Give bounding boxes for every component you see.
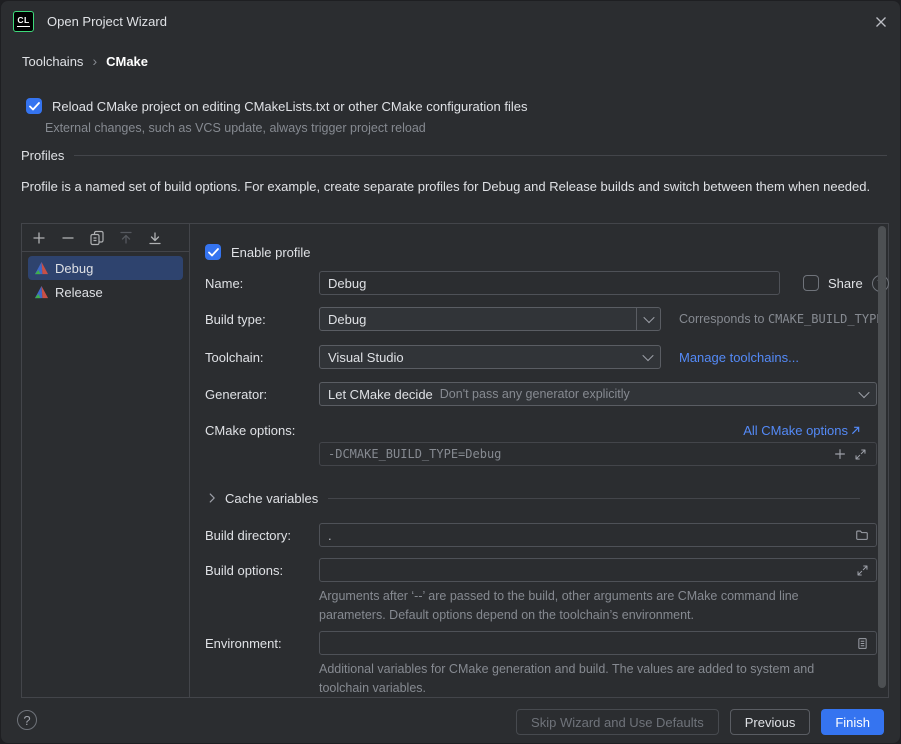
profile-item-label: Debug <box>55 261 93 276</box>
build-directory-row: Build directory: . <box>205 523 888 547</box>
cmake-icon <box>34 261 49 276</box>
cmake-options-label: CMake options: <box>205 423 295 438</box>
build-type-row: Build type: Debug Corresponds to CMAKE_B… <box>205 307 888 331</box>
breadcrumb-toolchains[interactable]: Toolchains <box>22 54 83 69</box>
expand-icon[interactable] <box>850 444 870 464</box>
build-options-row: Build options: <box>205 558 888 582</box>
cache-variables-label: Cache variables <box>225 491 318 506</box>
all-cmake-options-link[interactable]: All CMake options <box>743 423 860 438</box>
share-group: Share ? <box>803 275 889 292</box>
finish-button[interactable]: Finish <box>821 709 884 735</box>
build-directory-input[interactable]: . <box>319 523 877 547</box>
build-type-value: Debug <box>328 312 636 327</box>
profile-form: Enable profile Name: Share ? Build type:… <box>190 224 888 697</box>
panel-scrollbar[interactable] <box>878 226 886 688</box>
profiles-list: Debug Release <box>22 252 189 304</box>
profiles-toolbar <box>22 224 189 252</box>
chevron-down-icon <box>852 383 876 405</box>
build-directory-label: Build directory: <box>205 523 304 547</box>
chevron-down-icon <box>636 308 660 330</box>
chevron-right-icon <box>205 491 219 505</box>
variables-list-icon[interactable] <box>852 633 872 653</box>
profiles-group-title: Profiles <box>21 148 64 163</box>
breadcrumb-separator: › <box>92 53 97 69</box>
clion-logo-text: CL <box>17 16 29 27</box>
reload-cmake-label: Reload CMake project on editing CMakeLis… <box>52 99 527 114</box>
share-checkbox[interactable] <box>803 275 819 291</box>
build-type-select[interactable]: Debug <box>319 307 661 331</box>
generator-value-hint: Don't pass any generator explicitly <box>440 387 852 401</box>
enable-profile-row: Enable profile <box>205 240 311 264</box>
cmake-options-value: -DCMAKE_BUILD_TYPE=Debug <box>328 447 830 461</box>
profile-item-label: Release <box>55 285 103 300</box>
generator-select[interactable]: Let CMake decide Don't pass any generato… <box>319 382 877 406</box>
build-options-hint: Arguments after ‘--’ are passed to the b… <box>319 587 824 625</box>
reload-cmake-checkbox[interactable] <box>26 98 42 114</box>
build-options-input[interactable] <box>319 558 877 582</box>
profile-item-release[interactable]: Release <box>28 280 183 304</box>
clion-logo-icon: CL <box>13 11 34 32</box>
move-down-icon[interactable] <box>146 229 164 247</box>
manage-toolchains-link[interactable]: Manage toolchains... <box>679 350 799 365</box>
build-type-hint: Corresponds to CMAKE_BUILD_TYPE <box>679 312 884 326</box>
close-icon[interactable] <box>872 13 890 31</box>
chevron-down-icon <box>636 346 660 368</box>
profiles-panel: Debug Release Enable profil <box>21 223 889 698</box>
external-link-icon <box>851 426 860 435</box>
generator-label: Generator: <box>205 382 304 406</box>
generator-row: Generator: Let CMake decide Don't pass a… <box>205 382 888 406</box>
move-up-icon[interactable] <box>117 229 135 247</box>
toolchain-label: Toolchain: <box>205 345 304 369</box>
build-directory-value: . <box>328 528 852 543</box>
add-profile-icon[interactable] <box>30 229 48 247</box>
toolchain-row: Toolchain: Visual Studio Manage toolchai… <box>205 345 888 369</box>
build-options-label: Build options: <box>205 558 304 582</box>
build-type-label: Build type: <box>205 307 304 331</box>
breadcrumb: Toolchains › CMake <box>22 53 148 69</box>
environment-label: Environment: <box>205 631 304 655</box>
add-option-icon[interactable] <box>830 444 850 464</box>
cmake-icon <box>34 285 49 300</box>
titlebar: CL Open Project Wizard <box>1 1 900 41</box>
generator-value: Let CMake decide <box>328 387 433 402</box>
folder-icon[interactable] <box>852 525 872 545</box>
environment-hint: Additional variables for CMake generatio… <box>319 660 824 698</box>
reload-cmake-hint: External changes, such as VCS update, al… <box>45 121 426 135</box>
open-project-wizard-dialog: CL Open Project Wizard Toolchains › CMak… <box>0 0 901 744</box>
name-label: Name: <box>205 271 304 295</box>
window-title: Open Project Wizard <box>47 14 167 29</box>
breadcrumb-cmake: CMake <box>106 54 148 69</box>
expand-icon[interactable] <box>852 560 872 580</box>
previous-button[interactable]: Previous <box>730 709 811 735</box>
profile-item-debug[interactable]: Debug <box>28 256 183 280</box>
cmake-options-input[interactable]: -DCMAKE_BUILD_TYPE=Debug <box>319 442 877 466</box>
enable-profile-label: Enable profile <box>231 245 311 260</box>
profiles-group-header: Profiles <box>21 148 887 163</box>
cache-variables-row[interactable]: Cache variables <box>205 486 860 510</box>
toolchain-select[interactable]: Visual Studio <box>319 345 661 369</box>
environment-input[interactable] <box>319 631 877 655</box>
footer-buttons: Skip Wizard and Use Defaults Previous Fi… <box>516 709 884 735</box>
reload-cmake-row: Reload CMake project on editing CMakeLis… <box>26 98 527 114</box>
cmake-options-header: CMake options: All CMake options <box>205 418 860 442</box>
remove-profile-icon[interactable] <box>59 229 77 247</box>
name-row: Name: Share ? <box>205 271 888 295</box>
environment-row: Environment: <box>205 631 888 655</box>
profiles-description: Profile is a named set of build options.… <box>21 177 887 197</box>
name-input[interactable] <box>319 271 780 295</box>
profiles-list-column: Debug Release <box>22 224 190 697</box>
cache-variables-divider <box>328 498 860 499</box>
share-label: Share <box>828 276 863 291</box>
skip-wizard-button[interactable]: Skip Wizard and Use Defaults <box>516 709 719 735</box>
toolchain-value: Visual Studio <box>328 350 636 365</box>
duplicate-profile-icon[interactable] <box>88 229 106 247</box>
enable-profile-checkbox[interactable] <box>205 244 221 260</box>
help-icon[interactable]: ? <box>17 710 37 730</box>
profiles-group-divider <box>74 155 887 156</box>
